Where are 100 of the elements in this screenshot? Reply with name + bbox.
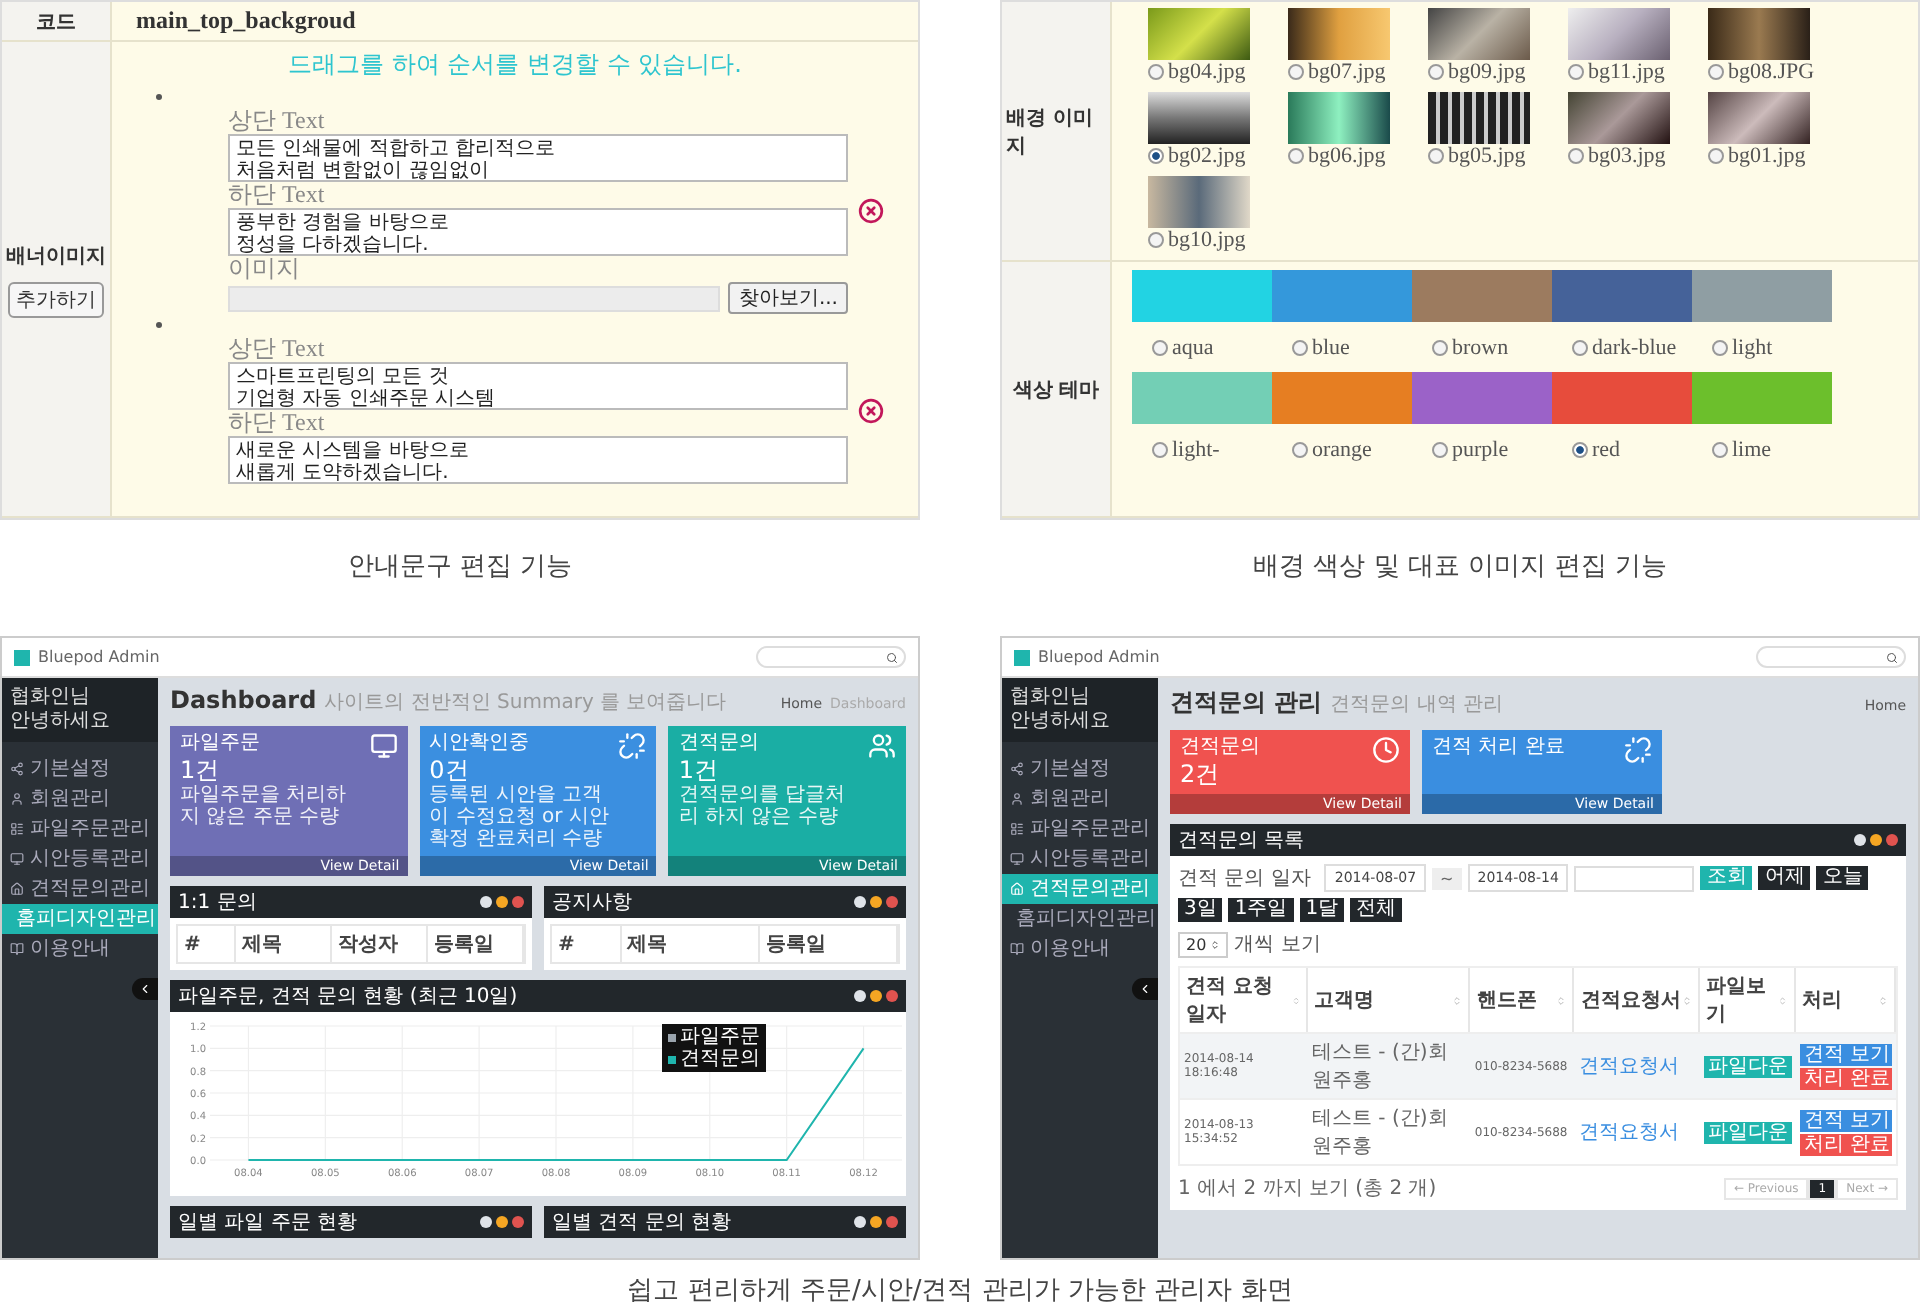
radio-button[interactable] <box>1572 441 1588 457</box>
collapse-button[interactable] <box>132 978 158 1000</box>
menu-item[interactable]: 기본설정 <box>1002 754 1158 784</box>
close-dot-icon[interactable] <box>886 990 898 1002</box>
refresh-dot-icon[interactable] <box>854 990 866 1002</box>
refresh-dot-icon[interactable] <box>1854 834 1866 846</box>
refresh-dot-icon[interactable] <box>854 1216 866 1228</box>
menu-item[interactable]: 시안등록관리 <box>2 844 158 874</box>
filter-label: 견적 문의 일자 <box>1178 866 1311 892</box>
menu-item[interactable]: 이용안내 <box>2 934 158 964</box>
photo-placeholder[interactable] <box>1568 92 1670 144</box>
page-title: Dashboard <box>170 686 317 714</box>
color-swatch[interactable] <box>1692 270 1832 322</box>
collapse-dot-icon[interactable] <box>1870 834 1882 846</box>
refresh-dot-icon[interactable] <box>854 896 866 908</box>
color-swatch[interactable] <box>1132 372 1272 424</box>
text-area[interactable]: 모든 인쇄물에 적합하고 합리적으로 처음처럼 변함없이 끊임없이 <box>228 134 848 182</box>
field-label: 상단 Text <box>228 108 327 134</box>
refresh-dot-icon[interactable] <box>480 1216 492 1228</box>
text-area[interactable]: 스마트프린팅의 모든 것 기업형 자동 인쇄주문 시스템 <box>228 362 848 410</box>
menu-item[interactable]: 견적문의관리 <box>2 874 158 904</box>
color-swatch[interactable] <box>1272 270 1412 322</box>
radio-button[interactable] <box>1572 339 1588 355</box>
close-dot-icon[interactable] <box>512 896 524 908</box>
collapse-button[interactable] <box>1132 978 1158 1000</box>
field-label: 이미지 <box>228 256 302 282</box>
column-header: 제목 <box>235 926 332 962</box>
text-area[interactable]: 새로운 시스템을 바탕으로 새롭게 도약하겠습니다. <box>228 436 848 484</box>
close-dot-icon[interactable] <box>886 1216 898 1228</box>
browse-button[interactable]: 찾아보기... <box>728 282 848 314</box>
close-dot-icon[interactable] <box>886 896 898 908</box>
radio-button[interactable] <box>1568 148 1584 164</box>
radio-button[interactable] <box>1288 148 1304 164</box>
radio-button[interactable] <box>1292 339 1308 355</box>
menu-item[interactable]: 파일주문관리 <box>1002 814 1158 844</box>
menu-item[interactable]: 홈피디자인관리 <box>1002 904 1158 934</box>
radio-button[interactable] <box>1712 339 1728 355</box>
search-field[interactable] <box>1574 865 1695 891</box>
color-swatch[interactable] <box>1552 372 1692 424</box>
color-swatch[interactable] <box>1412 270 1552 322</box>
radio-button[interactable] <box>1708 148 1724 164</box>
radio-button[interactable] <box>1712 441 1728 457</box>
action-button[interactable]: 처리 완료 <box>1800 1133 1892 1155</box>
range-button[interactable]: 전체 <box>1350 898 1403 922</box>
photo-placeholder[interactable] <box>1288 8 1390 60</box>
radio-button[interactable] <box>1152 441 1168 457</box>
photo-placeholder[interactable] <box>1148 92 1250 144</box>
menu-item[interactable]: 이용안내 <box>1002 934 1158 964</box>
range-button[interactable]: 1주일 <box>1228 898 1294 922</box>
collapse-dot-icon[interactable] <box>870 1216 882 1228</box>
menu-item[interactable]: 파일주문관리 <box>2 814 158 844</box>
delete-icon[interactable] <box>858 198 884 224</box>
action-button[interactable]: 견적 보기 <box>1800 1109 1892 1131</box>
photo-placeholder[interactable] <box>1428 92 1530 144</box>
search-field[interactable] <box>756 646 906 668</box>
radio-button[interactable] <box>1428 64 1444 80</box>
radio-button[interactable] <box>1432 441 1448 457</box>
text-area[interactable]: 풍부한 경험을 바탕으로 정성을 다하겠습니다. <box>228 208 848 256</box>
range-button[interactable]: 1달 <box>1299 898 1345 922</box>
panel-title: 일별 파일 주문 현황 <box>178 1210 360 1236</box>
delete-icon[interactable] <box>858 397 884 423</box>
collapse-dot-icon[interactable] <box>496 1216 508 1228</box>
color-swatch[interactable] <box>1132 270 1272 322</box>
collapse-dot-icon[interactable] <box>496 896 508 908</box>
menu-item[interactable]: 시안등록관리 <box>1002 844 1158 874</box>
range-button[interactable]: 3일 <box>1178 898 1223 922</box>
range-button[interactable]: 오늘 <box>1816 866 1869 890</box>
page-size-select[interactable]: 20 <box>1178 931 1229 957</box>
radio-button[interactable] <box>1292 441 1308 457</box>
color-swatch[interactable] <box>1272 372 1412 424</box>
close-dot-icon[interactable] <box>1886 834 1898 846</box>
menu-item[interactable]: 회원관리 <box>2 784 158 814</box>
radio-button[interactable] <box>1148 148 1164 164</box>
add-button[interactable]: 추가하기 <box>8 281 104 317</box>
color-swatch[interactable] <box>1692 372 1832 424</box>
file-field[interactable] <box>228 285 721 311</box>
radio-button[interactable] <box>1152 339 1168 355</box>
search-field[interactable] <box>1756 646 1906 668</box>
radio-button[interactable] <box>1148 232 1164 248</box>
color-swatch[interactable] <box>1552 270 1692 322</box>
menu-item[interactable]: 기본설정 <box>2 754 158 784</box>
chevron-left-icon <box>1138 982 1152 996</box>
range-button[interactable]: 어제 <box>1758 866 1811 890</box>
radio-button[interactable] <box>1148 64 1164 80</box>
collapse-dot-icon[interactable] <box>870 896 882 908</box>
color-swatch[interactable] <box>1412 372 1552 424</box>
photo-placeholder[interactable] <box>1288 92 1390 144</box>
action-button[interactable]: 처리 완료 <box>1800 1067 1892 1089</box>
radio-button[interactable] <box>1428 148 1444 164</box>
radio-button[interactable] <box>1288 64 1304 80</box>
refresh-dot-icon[interactable] <box>480 896 492 908</box>
menu-item[interactable]: 회원관리 <box>1002 784 1158 814</box>
action-button[interactable]: 견적 보기 <box>1800 1043 1892 1065</box>
radio-button[interactable] <box>1568 64 1584 80</box>
request-link[interactable]: 견적요청서 <box>1578 1118 1679 1146</box>
collapse-dot-icon[interactable] <box>870 990 882 1002</box>
radio-button[interactable] <box>1708 64 1724 80</box>
photo-placeholder[interactable] <box>1708 92 1810 144</box>
close-dot-icon[interactable] <box>512 1216 524 1228</box>
radio-button[interactable] <box>1432 339 1448 355</box>
